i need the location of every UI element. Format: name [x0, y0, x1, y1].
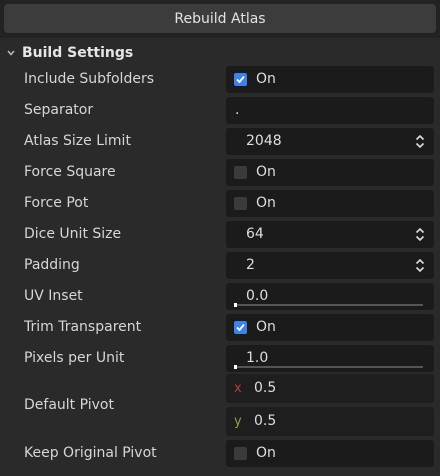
trim-transparent-text: On: [256, 319, 276, 335]
default-pivot-row: Default Pivot x 0.5 y 0.5: [0, 374, 440, 436]
trim-transparent-toggle[interactable]: On: [226, 314, 434, 341]
rebuild-atlas-button[interactable]: Rebuild Atlas: [4, 4, 436, 33]
include-subfolders-row: Include Subfolders On: [0, 64, 440, 95]
pivot-y-value: 0.5: [254, 413, 277, 429]
force-square-checkbox[interactable]: [234, 166, 247, 179]
pivot-x-axis-label: x: [234, 381, 242, 396]
up-down-chevron-icon: [415, 134, 425, 149]
uv-inset-slider[interactable]: 0.0: [226, 283, 434, 310]
default-pivot-x-field[interactable]: x 0.5: [226, 374, 434, 403]
build-settings-header[interactable]: Build Settings: [0, 42, 440, 64]
atlas-size-limit-value: 2048: [246, 133, 282, 149]
force-pot-label: Force Pot: [24, 195, 89, 211]
separator-input[interactable]: .: [226, 97, 434, 124]
toolbar: Rebuild Atlas: [0, 0, 440, 38]
padding-row: Padding 2: [0, 250, 440, 281]
force-pot-checkbox[interactable]: [234, 197, 247, 210]
force-pot-toggle[interactable]: On: [226, 190, 434, 217]
atlas-size-limit-row: Atlas Size Limit 2048: [0, 126, 440, 157]
up-down-chevron-icon: [415, 258, 425, 273]
include-subfolders-label: Include Subfolders: [24, 71, 154, 87]
trim-transparent-row: Trim Transparent On: [0, 312, 440, 343]
separator-label: Separator: [24, 102, 94, 118]
include-subfolders-text: On: [256, 71, 276, 87]
force-square-text: On: [256, 164, 276, 180]
uv-inset-slider-track[interactable]: [234, 303, 423, 307]
atlas-size-limit-label: Atlas Size Limit: [24, 133, 131, 149]
section-title: Build Settings: [22, 45, 134, 61]
dice-unit-size-value: 64: [246, 226, 264, 242]
chevron-down-icon: [0, 42, 22, 64]
dice-unit-size-label: Dice Unit Size: [24, 226, 122, 242]
separator-value: .: [235, 102, 240, 118]
dice-unit-size-row: Dice Unit Size 64: [0, 219, 440, 250]
trim-transparent-label: Trim Transparent: [24, 319, 142, 335]
padding-select[interactable]: 2: [226, 252, 434, 279]
uv-inset-label: UV Inset: [24, 288, 83, 304]
padding-label: Padding: [24, 257, 80, 273]
pixels-per-unit-slider-track[interactable]: [234, 365, 423, 369]
pivot-x-value: 0.5: [254, 380, 277, 396]
keep-original-pivot-text: On: [256, 445, 276, 461]
force-square-toggle[interactable]: On: [226, 159, 434, 186]
include-subfolders-toggle[interactable]: On: [226, 66, 434, 93]
dice-unit-size-select[interactable]: 64: [226, 221, 434, 248]
force-pot-row: Force Pot On: [0, 188, 440, 219]
keep-original-pivot-row: Keep Original Pivot On: [0, 438, 440, 469]
pixels-per-unit-slider[interactable]: 1.0: [226, 345, 434, 372]
pixels-per-unit-label: Pixels per Unit: [24, 350, 125, 366]
trim-transparent-checkbox[interactable]: [234, 321, 247, 334]
keep-original-pivot-toggle[interactable]: On: [226, 440, 434, 467]
separator-row: Separator .: [0, 95, 440, 126]
pixels-per-unit-slider-handle[interactable]: [234, 365, 237, 369]
keep-original-pivot-checkbox[interactable]: [234, 447, 247, 460]
default-pivot-y-field[interactable]: y 0.5: [226, 407, 434, 436]
pivot-y-axis-label: y: [234, 414, 242, 429]
default-pivot-label: Default Pivot: [24, 397, 114, 413]
force-square-row: Force Square On: [0, 157, 440, 188]
uv-inset-slider-handle[interactable]: [234, 303, 237, 307]
force-pot-text: On: [256, 195, 276, 211]
force-square-label: Force Square: [24, 164, 116, 180]
up-down-chevron-icon: [415, 227, 425, 242]
include-subfolders-checkbox[interactable]: [234, 73, 247, 86]
atlas-size-limit-select[interactable]: 2048: [226, 128, 434, 155]
keep-original-pivot-label: Keep Original Pivot: [24, 445, 157, 461]
pixels-per-unit-row: Pixels per Unit 1.0: [0, 343, 440, 374]
padding-value: 2: [246, 257, 255, 273]
rebuild-atlas-label: Rebuild Atlas: [174, 10, 266, 27]
uv-inset-row: UV Inset 0.0: [0, 281, 440, 312]
